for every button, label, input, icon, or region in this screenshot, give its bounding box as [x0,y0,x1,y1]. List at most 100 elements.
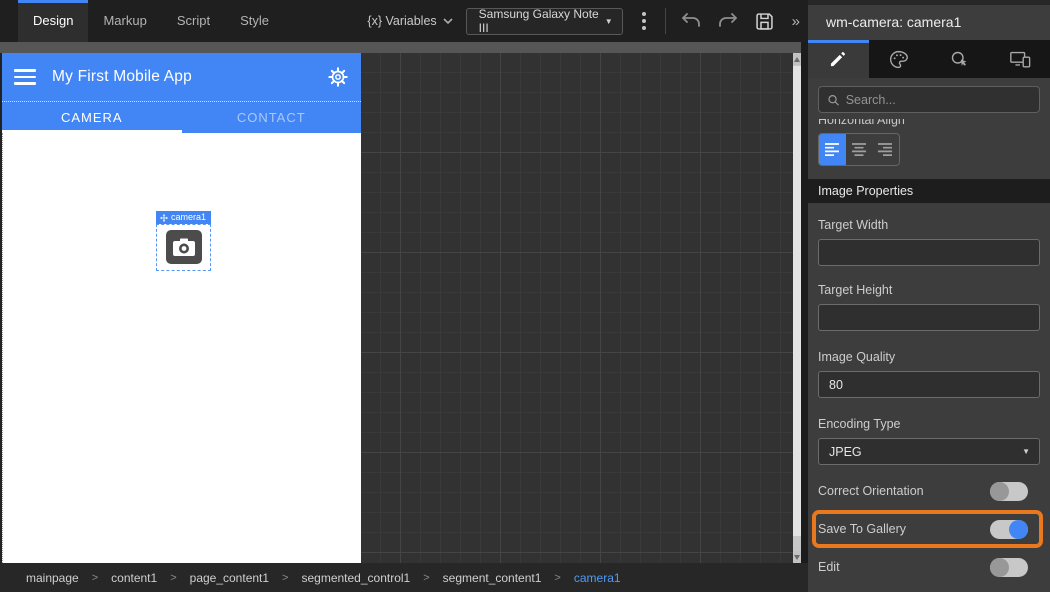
edit-toggle[interactable] [990,557,1028,577]
scroll-down-arrow[interactable] [793,551,801,563]
dropdown-arrow-icon: ▼ [1022,447,1030,456]
variables-menu[interactable]: {x} Variables [367,14,453,28]
breadcrumb-item[interactable]: segment_content1 [443,571,542,585]
panel-tab-properties[interactable] [808,40,869,78]
encoding-type-select[interactable]: JPEG ▼ [818,438,1040,465]
design-canvas[interactable] [361,53,793,563]
variables-label: {x} Variables [367,14,437,28]
segment-contact[interactable]: CONTACT [182,102,362,133]
collapse-panel-chevron[interactable]: » [790,13,802,30]
property-search[interactable] [818,86,1040,113]
correct-orientation-label: Correct Orientation [818,484,924,498]
scroll-up-arrow[interactable] [793,53,801,65]
canvas-vertical-scrollbar[interactable] [793,53,801,563]
save-to-gallery-label: Save To Gallery [818,522,907,536]
align-center-icon [851,143,866,156]
target-height-input[interactable] [818,304,1040,331]
tab-style[interactable]: Style [225,0,284,42]
redo-button[interactable] [716,9,740,33]
app-window: Design Markup Script Style {x} Variables… [0,0,1050,592]
panel-title: wm-camera: camera1 [808,5,1050,40]
palette-icon [890,50,909,68]
panel-body: Horizontal Align Image Properties Target… [808,78,1050,592]
tab-design[interactable]: Design [18,0,89,42]
panel-gutter [801,53,808,563]
segment-camera[interactable]: CAMERA [2,102,182,133]
panel-tabbar [808,40,1050,78]
more-options-icon[interactable] [636,8,652,34]
camera-widget[interactable] [165,230,202,264]
undo-icon [681,13,700,27]
selected-widget-outline[interactable] [156,224,211,271]
phone-app-title: My First Mobile App [52,68,192,85]
align-left-icon [825,143,840,156]
correct-orientation-toggle[interactable] [990,481,1028,501]
properties-panel: wm-camera: camera1 Ho [808,0,1050,592]
save-to-gallery-highlight: Save To Gallery [812,510,1043,548]
gear-icon[interactable] [327,66,349,88]
target-height-label: Target Height [818,283,893,297]
panel-tab-devices[interactable] [990,40,1050,78]
device-selector[interactable]: Samsung Galaxy Note III ▼ [465,7,623,35]
save-to-gallery-toggle[interactable] [990,519,1028,539]
device-selector-value: Samsung Galaxy Note III [478,7,599,35]
encoding-type-value: JPEG [829,444,862,459]
toolbar-divider [664,8,666,34]
horizontal-align-group [818,133,900,166]
phone-app-header: My First Mobile App [2,53,361,101]
align-center-button[interactable] [846,134,873,165]
design-workspace: Design Markup Script Style {x} Variables… [0,0,808,592]
redo-icon [718,13,737,27]
align-left-button[interactable] [819,134,846,165]
search-input[interactable] [845,92,1031,107]
breadcrumb-separator: > [554,571,561,584]
select-inspect-icon [951,51,967,66]
search-icon [828,94,839,105]
hamburger-menu-icon[interactable] [14,69,36,85]
save-to-gallery-row: Save To Gallery [818,519,1028,539]
image-quality-label: Image Quality [818,350,896,364]
breadcrumb-separator: > [170,571,177,584]
widget-drag-tag[interactable]: camera1 [156,211,211,224]
breadcrumb-item[interactable]: segmented_control1 [301,571,410,585]
encoding-type-label: Encoding Type [818,417,901,431]
target-width-label: Target Width [818,218,889,232]
save-button[interactable] [753,9,777,33]
section-header-image-properties: Image Properties [808,179,1050,203]
breadcrumb: mainpage > content1 > page_content1 > se… [0,563,808,592]
align-right-icon [878,143,893,156]
tab-markup[interactable]: Markup [88,0,161,42]
align-right-button[interactable] [872,134,899,165]
breadcrumb-item[interactable]: mainpage [26,571,79,585]
breadcrumb-separator: > [282,571,289,584]
widget-tag-label: camera1 [171,212,207,222]
segmented-control: CAMERA CONTACT [2,101,361,133]
move-icon [160,213,168,222]
phone-page-content: camera1 [2,133,361,563]
breadcrumb-separator: > [423,571,430,584]
phone-preview: My First Mobile App CAMERA CONTACT camer… [0,53,361,563]
dropdown-arrow-icon: ▼ [604,16,613,26]
correct-orientation-row: Correct Orientation [818,481,1040,501]
canvas-top-strip [0,42,808,53]
breadcrumb-item[interactable]: content1 [111,571,157,585]
undo-button[interactable] [679,9,703,33]
pencil-icon [831,51,846,67]
breadcrumb-item[interactable]: page_content1 [190,571,269,585]
breadcrumb-separator: > [91,571,99,584]
top-toolbar: Design Markup Script Style {x} Variables… [0,0,808,42]
image-quality-input[interactable] [818,371,1040,398]
content-row: My First Mobile App CAMERA CONTACT camer… [0,53,808,563]
edit-row: Edit [818,557,1040,577]
tab-script[interactable]: Script [162,0,225,42]
panel-tab-styles[interactable] [869,40,930,78]
edit-label: Edit [818,560,840,574]
breadcrumb-item-current[interactable]: camera1 [574,571,621,585]
target-width-input[interactable] [818,239,1040,266]
horizontal-align-label: Horizontal Align [818,119,905,127]
toolbar-right-group: {x} Variables Samsung Galaxy Note III ▼ [367,0,808,42]
devices-icon [1009,51,1031,68]
scrollbar-thumb[interactable] [793,66,801,536]
mode-tabs: Design Markup Script Style [18,0,284,42]
panel-tab-events[interactable] [929,40,990,78]
